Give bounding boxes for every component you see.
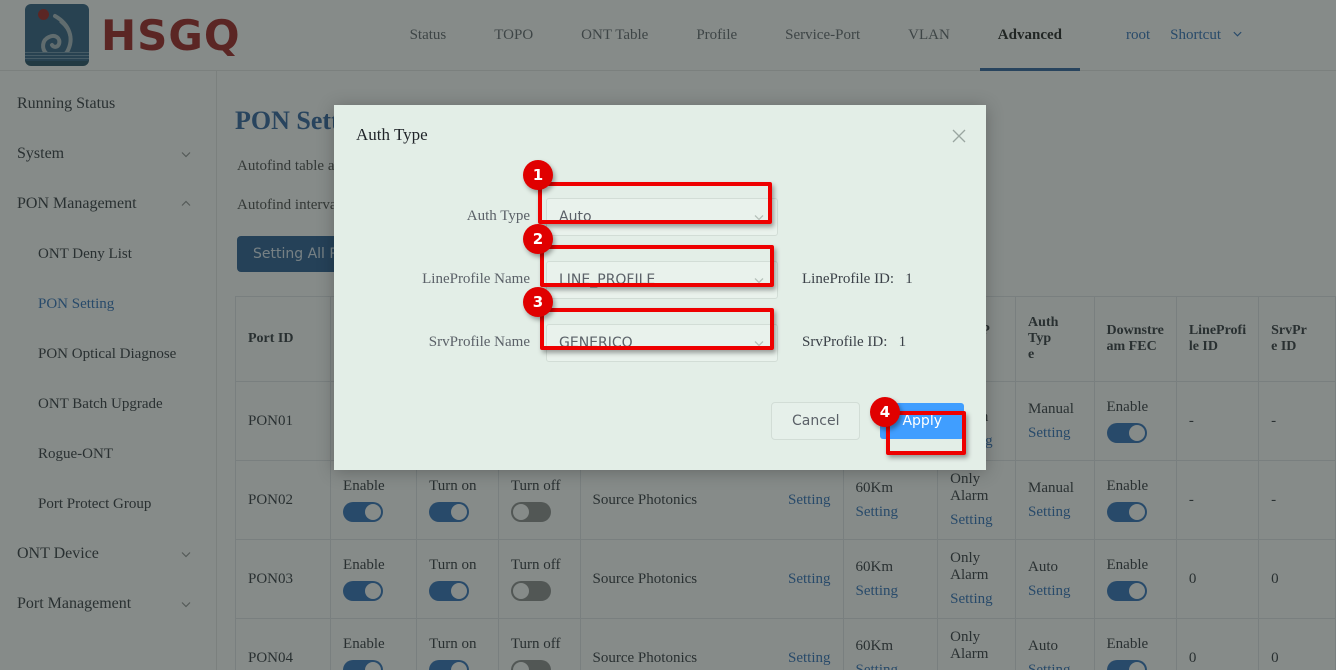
annotation-badge-2: 2 — [523, 224, 553, 254]
srv-profile-label: SrvProfile Name — [334, 334, 546, 351]
annotation-badge-1: 1 — [523, 160, 553, 190]
auth-type-select-value: Auto — [559, 209, 592, 225]
chevron-down-icon — [753, 274, 765, 286]
line-profile-label: LineProfile Name — [334, 271, 546, 288]
dialog-title: Auth Type — [334, 105, 986, 145]
form-row-line-profile: LineProfile Name LINE_PROFILE LineProfil… — [334, 248, 986, 311]
line-profile-select[interactable]: LINE_PROFILE — [546, 261, 778, 299]
line-profile-id-note: LineProfile ID: 1 — [802, 271, 913, 288]
annotation-badge-4: 4 — [870, 397, 900, 427]
cancel-button[interactable]: Cancel — [771, 402, 860, 440]
auth-type-label: Auth Type — [334, 208, 546, 225]
app-root: HSGQ Status TOPO ONT Table Profile Servi… — [0, 0, 1336, 670]
srv-profile-id-note: SrvProfile ID: 1 — [802, 334, 906, 351]
form-row-auth-type: Auth Type Auto — [334, 185, 986, 248]
srv-profile-select-value: GENERICO — [559, 335, 633, 351]
dialog-footer: Cancel Apply — [771, 402, 964, 440]
auth-type-form: Auth Type Auto LineProfile Name LINE_PRO… — [334, 145, 986, 374]
line-profile-select-value: LINE_PROFILE — [559, 272, 655, 288]
auth-type-select[interactable]: Auto — [546, 198, 778, 236]
srv-profile-select[interactable]: GENERICO — [546, 324, 778, 362]
close-icon[interactable] — [950, 127, 968, 145]
chevron-down-icon — [753, 211, 765, 223]
annotation-badge-3: 3 — [523, 287, 553, 317]
form-row-srv-profile: SrvProfile Name GENERICO SrvProfile ID: … — [334, 311, 986, 374]
chevron-down-icon — [753, 337, 765, 349]
